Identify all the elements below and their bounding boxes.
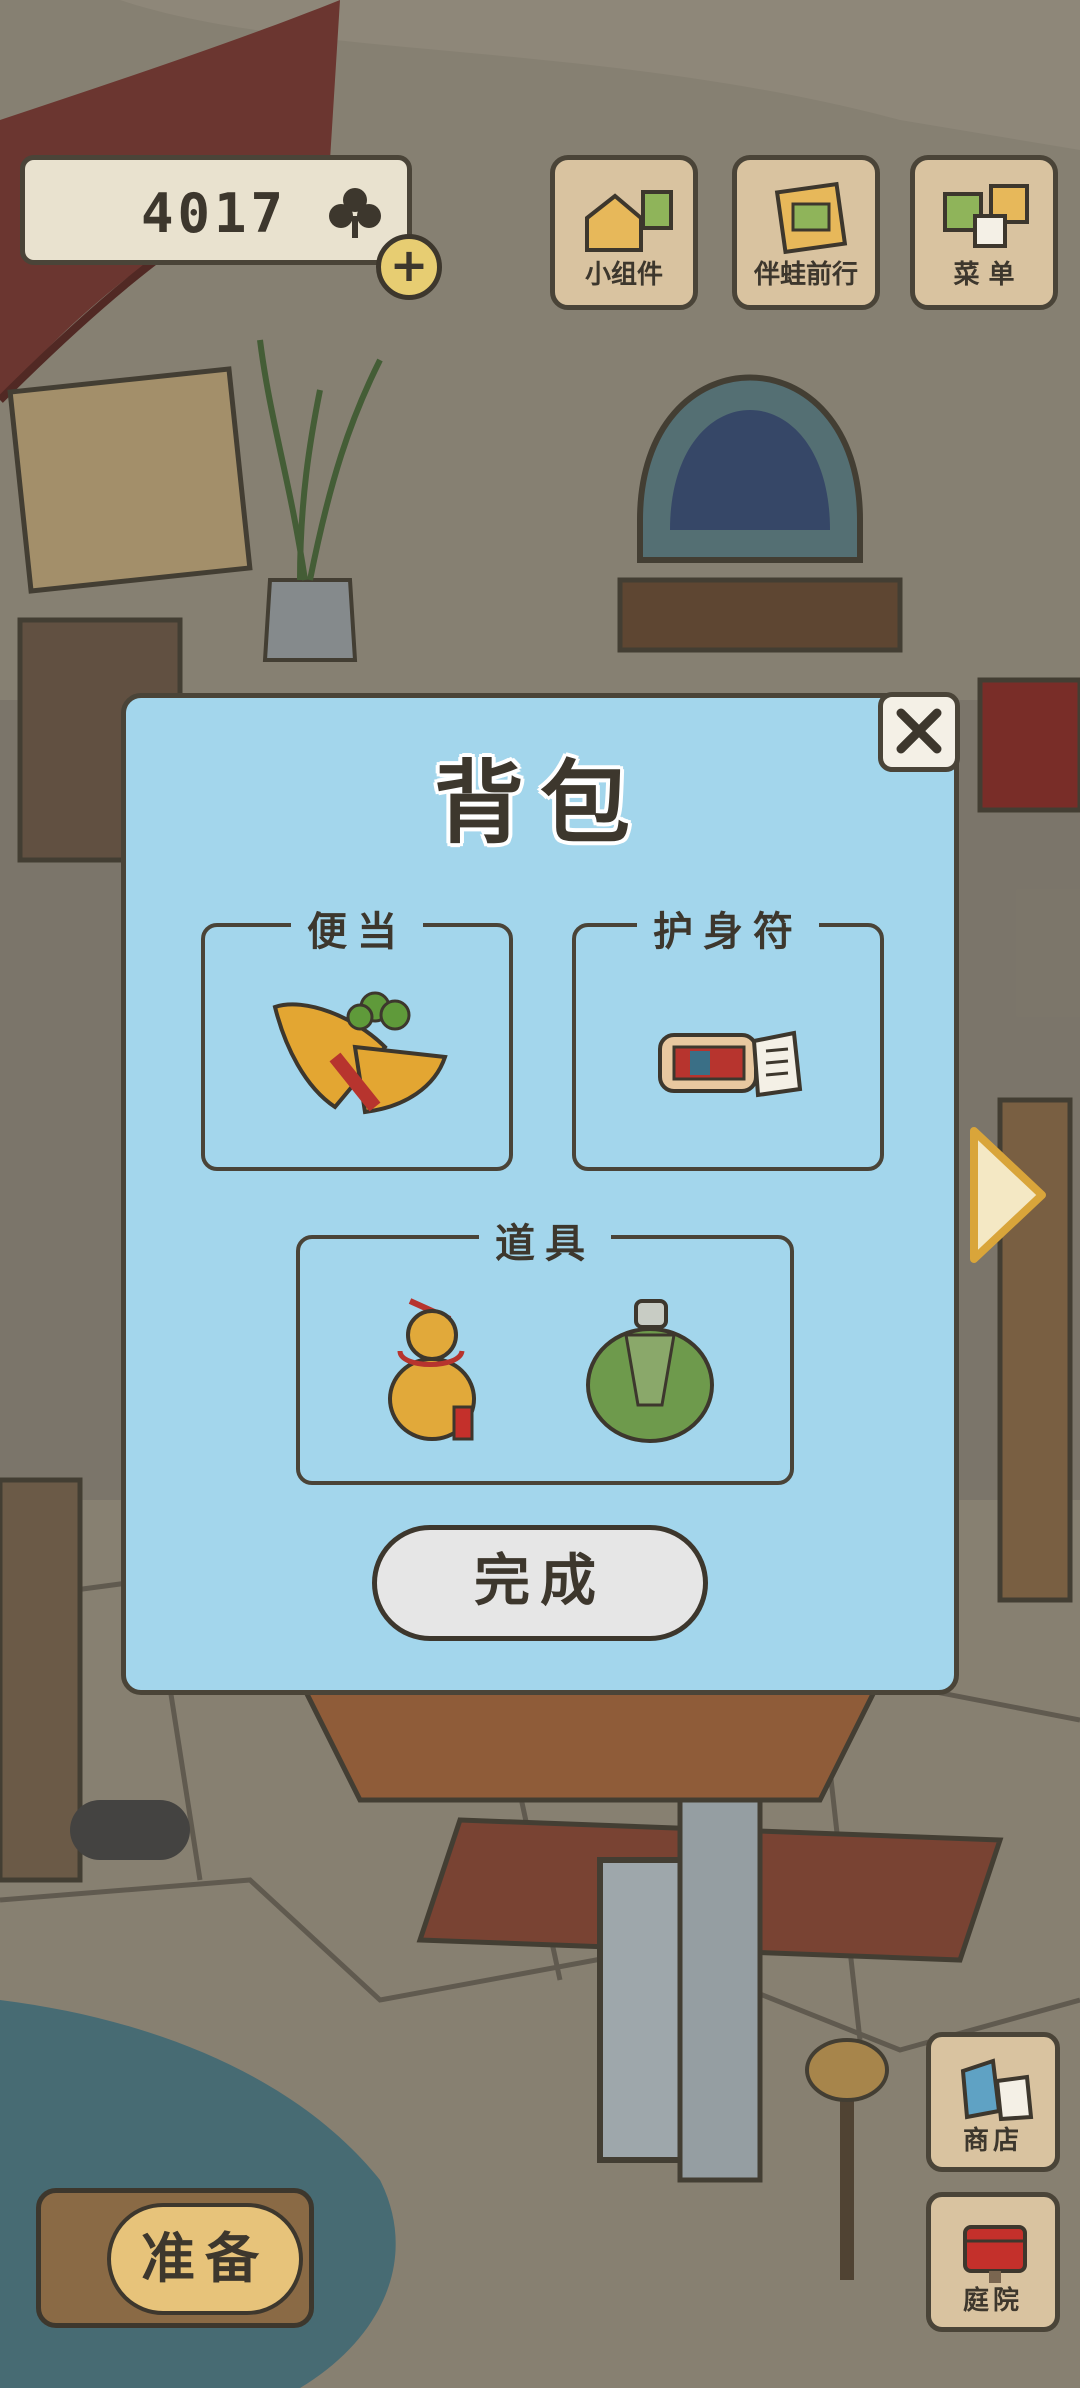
done-button[interactable]: 完成 [372, 1525, 708, 1641]
yard-label: 庭院 [962, 2286, 1023, 2316]
ready-button[interactable]: 准备 [36, 2188, 314, 2328]
close-button[interactable] [878, 692, 960, 772]
gourd-item-icon [388, 1298, 476, 1441]
clover-count: 4017 [140, 182, 287, 245]
clover-counter: 4017 [20, 155, 412, 265]
bento-item-icon [272, 991, 448, 1115]
mailbox-icon [963, 2225, 1027, 2283]
menu-label: 菜 单 [953, 260, 1015, 290]
add-clover-button[interactable]: + [376, 234, 442, 300]
charm-slot-label: 护身符 [637, 899, 819, 957]
ready-label: 准备 [107, 2203, 303, 2315]
tools-slot-label: 道具 [479, 1211, 611, 1269]
frog-journey-icon [774, 181, 848, 255]
bento-slot-label: 便当 [291, 899, 423, 957]
bento-slot[interactable]: 便当 [201, 899, 513, 1171]
shop-label: 商店 [962, 2126, 1023, 2156]
widget-button[interactable]: 小组件 [550, 155, 698, 310]
widget-icon [585, 190, 673, 252]
frog-journey-button[interactable]: 伴蛙前行 [732, 155, 880, 310]
menu-icon [943, 184, 1029, 248]
canteen-item-icon [586, 1299, 714, 1443]
tools-slot[interactable]: 道具 [296, 1211, 794, 1485]
shop-button[interactable]: 商店 [926, 2032, 1060, 2172]
shop-icon [960, 2058, 1034, 2122]
charm-item-icon [658, 1030, 803, 1098]
charm-slot[interactable]: 护身符 [572, 899, 884, 1171]
next-page-arrow-icon[interactable] [968, 1125, 1048, 1265]
widget-label: 小组件 [584, 260, 663, 290]
yard-button[interactable]: 庭院 [926, 2192, 1060, 2332]
menu-button[interactable]: 菜 单 [910, 155, 1058, 310]
frog-journey-label: 伴蛙前行 [753, 260, 858, 290]
close-icon [896, 708, 942, 754]
clover-icon [329, 188, 381, 238]
